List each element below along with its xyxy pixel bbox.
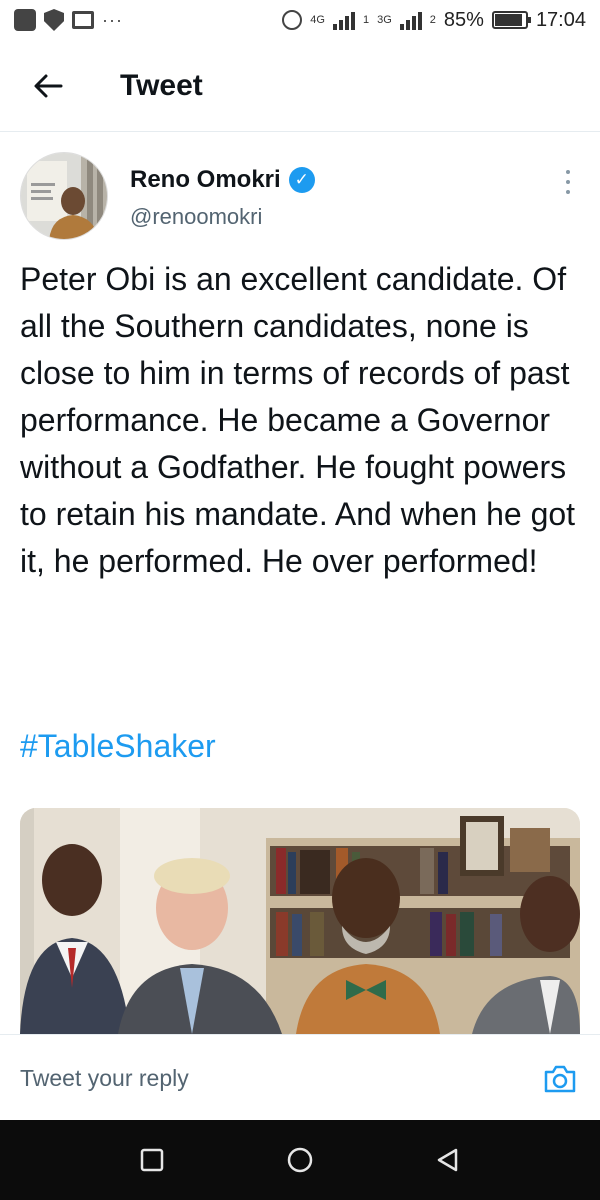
status-left: ··· [14, 9, 123, 31]
signal-sim2-icon [399, 10, 422, 30]
status-bar: ··· 4G 1 3G 2 85% 17:04 [0, 0, 600, 40]
signal-sim1-icon [332, 10, 355, 30]
network-4g-label: 4G [310, 13, 325, 26]
page-title: Tweet [120, 68, 203, 102]
app-header: Tweet [0, 40, 600, 132]
arrow-left-icon [34, 74, 63, 97]
author-name-row[interactable]: Reno Omokri ✓ [130, 166, 315, 194]
battery-icon [491, 11, 531, 29]
more-notifications-icon: ··· [102, 9, 123, 30]
reply-bar [0, 1034, 600, 1122]
notification-app-icon [14, 9, 36, 31]
triangle-back-icon [437, 1148, 458, 1172]
recents-button[interactable] [135, 1143, 169, 1177]
home-button[interactable] [283, 1143, 317, 1177]
alarm-icon [282, 10, 303, 30]
reply-input[interactable] [20, 1065, 500, 1092]
network-3g-label: 3G [377, 13, 392, 26]
sim2-label: 2 [429, 13, 436, 26]
shield-icon [44, 9, 64, 31]
tweet-photo[interactable] [20, 808, 580, 1034]
hashtag-link[interactable]: #TableShaker [20, 728, 216, 765]
square-icon [140, 1148, 164, 1172]
mail-icon [72, 11, 94, 29]
battery-percent: 85% [443, 8, 484, 31]
tweet-text: Peter Obi is an excellent candidate. Of … [20, 261, 576, 579]
verified-badge-icon: ✓ [288, 167, 315, 193]
status-right: 4G 1 3G 2 85% 17:04 [282, 9, 586, 32]
avatar-image [21, 153, 107, 239]
tweet-author: Reno Omokri ✓ @renoomokri [20, 152, 580, 244]
clock-time: 17:04 [535, 8, 586, 31]
author-handle[interactable]: @renoomokri [130, 204, 262, 230]
back-button[interactable] [28, 66, 68, 106]
tweet-photo-image [20, 808, 580, 1034]
camera-button[interactable] [542, 1061, 578, 1097]
avatar[interactable] [20, 152, 108, 240]
author-name: Reno Omokri [130, 166, 281, 193]
more-options-button[interactable] [556, 166, 580, 198]
circle-icon [287, 1147, 313, 1173]
camera-icon [544, 1065, 576, 1093]
back-nav-button[interactable] [431, 1143, 465, 1177]
sim1-label: 1 [362, 13, 370, 26]
more-vertical-icon [566, 170, 570, 174]
system-nav-bar [0, 1120, 600, 1200]
